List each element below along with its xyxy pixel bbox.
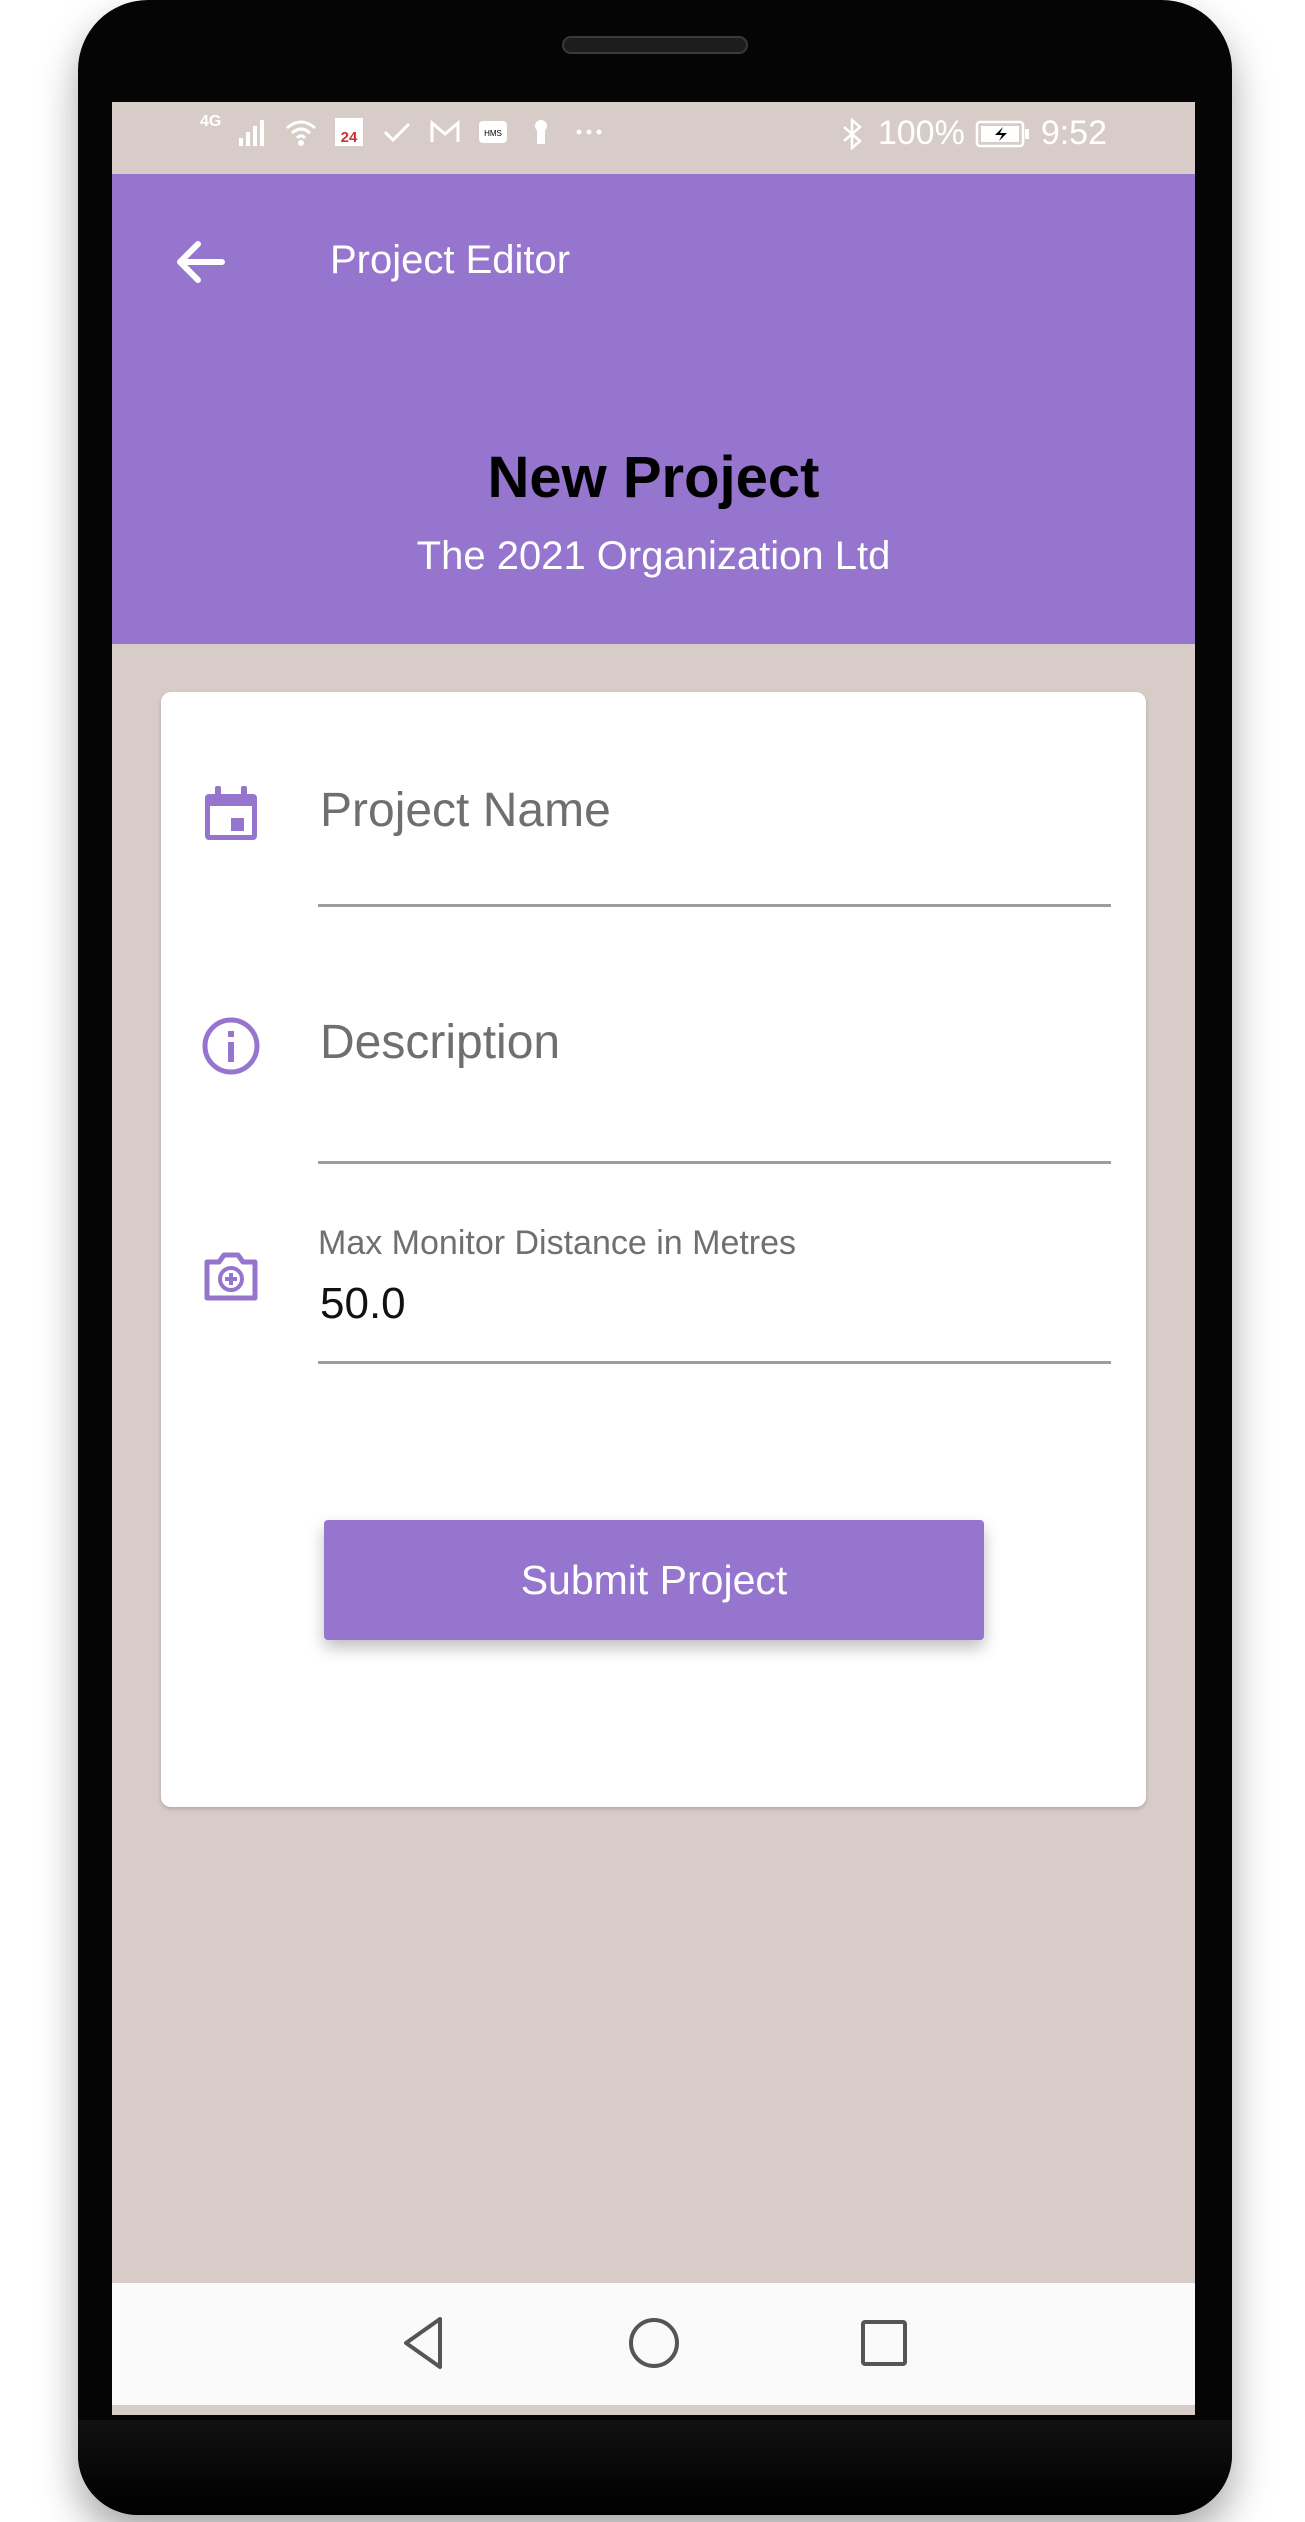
page-title: Project Editor [330,238,571,282]
svg-text:24: 24 [341,129,358,146]
status-bar-left: 4G 24 HMS [200,113,605,148]
project-name-underline [318,904,1111,907]
news-icon: 24 [335,118,364,146]
triangle-back-icon[interactable] [394,2313,454,2373]
status-bar: 4G 24 HMS 100% 9:52 [112,100,1195,174]
check-icon [384,122,411,143]
circle-home-icon[interactable] [624,2313,684,2373]
wifi-icon [286,120,317,146]
description-input[interactable] [318,1006,1115,1078]
gmail-icon [430,119,460,142]
navigation-bar [112,2283,1195,2405]
battery-icon [975,120,1029,147]
battery-percentage: 100% [877,114,965,152]
max-distance-underline [318,1361,1111,1364]
project-heading: New Project [487,445,820,510]
more-icon [576,129,602,135]
calendar-icon [205,786,257,840]
phone-chin [78,2420,1232,2515]
camera-add-icon [204,1252,258,1301]
keyhole-icon [535,120,548,144]
back-button[interactable] [168,230,232,294]
project-name-input[interactable] [318,774,1115,846]
submit-project-button[interactable]: Submit Project [324,1520,984,1640]
max-distance-label: Max Monitor Distance in Metres [318,1224,797,1262]
status-bar-right: 100% 9:52 [836,114,1107,153]
project-form-card: Max Monitor Distance in Metres Submit Pr… [161,692,1146,1807]
description-underline [318,1161,1111,1164]
clock: 9:52 [1040,114,1107,152]
info-icon [202,1017,260,1075]
svg-text:HMS: HMS [484,129,502,138]
organization-name: The 2021 Organization Ltd [416,534,891,578]
sms-icon: HMS [479,121,508,143]
max-distance-input[interactable] [318,1270,1115,1338]
phone-speaker [562,36,748,54]
arrow-left-icon [177,241,225,283]
bluetooth-icon [843,117,862,150]
app-bar: Project Editor New Project The 2021 Orga… [112,174,1195,644]
network-type: 4G [200,113,222,130]
square-recents-icon[interactable] [854,2313,914,2373]
signal-icon [239,120,265,146]
